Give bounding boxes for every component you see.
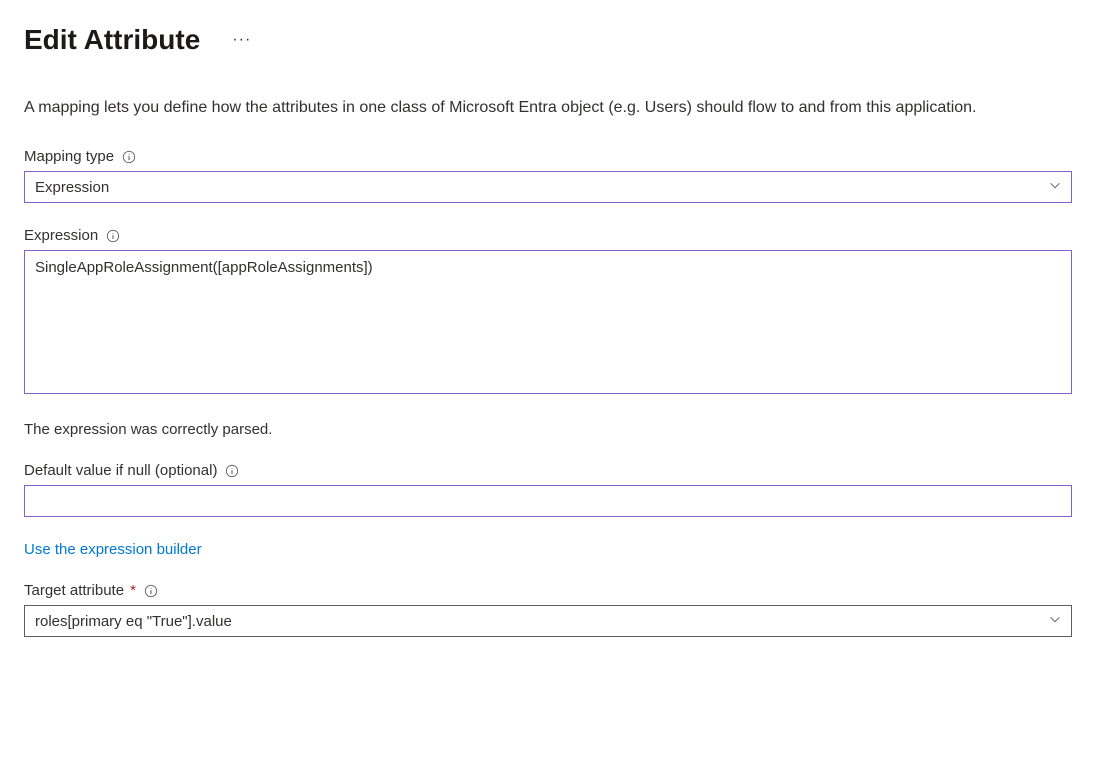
mapping-type-select[interactable]: Expression [24,171,1072,203]
default-value-field: Default value if null (optional) [24,462,1072,517]
info-icon[interactable] [122,150,136,164]
page-description: A mapping lets you define how the attrib… [24,96,1064,120]
info-icon[interactable] [144,584,158,598]
expression-builder-link[interactable]: Use the expression builder [24,541,202,558]
info-icon[interactable] [225,464,239,478]
page-title: Edit Attribute [24,24,200,56]
target-attribute-value: roles[primary eq "True"].value [35,613,232,630]
target-attribute-label: Target attribute [24,582,124,599]
target-attribute-select[interactable]: roles[primary eq "True"].value [24,605,1072,637]
mapping-type-label: Mapping type [24,148,114,165]
default-value-input[interactable] [24,485,1072,517]
info-icon[interactable] [106,229,120,243]
mapping-type-value: Expression [35,179,109,196]
expression-input[interactable] [24,250,1072,394]
expression-field: Expression [24,227,1072,397]
expression-status: The expression was correctly parsed. [24,421,1072,438]
more-actions-button[interactable]: ··· [228,27,255,53]
mapping-type-field: Mapping type Expression [24,148,1072,203]
required-indicator: * [130,582,136,599]
expression-label: Expression [24,227,98,244]
default-value-label: Default value if null (optional) [24,462,217,479]
target-attribute-field: Target attribute * roles[primary eq "Tru… [24,582,1072,637]
